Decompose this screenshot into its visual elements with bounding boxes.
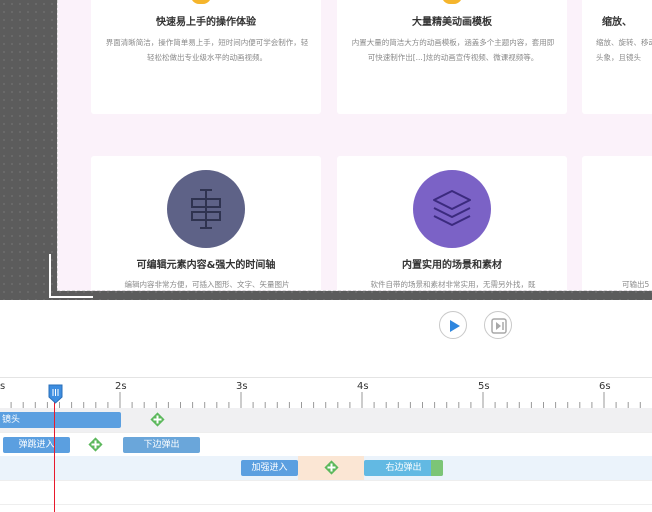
track-empty-2[interactable] <box>0 504 652 512</box>
card-title: 大量精美动画模板 <box>412 17 492 28</box>
canvas-area[interactable]: 快速易上手的操作体验 界面清晰简洁，操作简单易上手，短时间内便可学会制作，轻轻松… <box>0 0 652 300</box>
card-desc: 缩放、旋转、移动头象，且镜头 <box>596 38 652 62</box>
card-desc: 可输出5 <box>622 280 650 289</box>
anim-block-bottom-out[interactable]: 下边弹出 <box>123 437 200 453</box>
feature-card-zoom[interactable]: 缩放、 缩放、旋转、移动头象，且镜头 <box>582 0 652 114</box>
play-button[interactable] <box>439 311 467 339</box>
feature-card-templates[interactable]: 大量精美动画模板 内置大量的简洁大方的动画模板，涵盖多个主题内容，套用即可快速制… <box>337 0 567 114</box>
playhead-handle[interactable] <box>48 384 63 404</box>
ruler-ticks <box>10 392 641 408</box>
block-label: 加强进入 <box>251 463 288 473</box>
anim-block-enhance-in[interactable]: 加强进入 <box>241 460 298 476</box>
timeline-panel[interactable]: s 2s 3s 4s 5s 6s 镜头 弹跳进入 下边弹出 加强进入 右边弹出 <box>0 377 652 512</box>
ruler-label-1s: s <box>0 381 6 392</box>
block-label: 下边弹出 <box>143 440 180 450</box>
feature-card-easy[interactable]: 快速易上手的操作体验 界面清晰简洁，操作简单易上手，短时间内便可学会制作，轻轻松… <box>91 0 321 114</box>
ruler-label-4s: 4s <box>357 381 369 392</box>
card-icon-circle <box>413 170 491 248</box>
ruler-label-3s: 3s <box>236 381 248 392</box>
card-circle-top <box>442 0 462 4</box>
card-title: 内置实用的场景和素材 <box>402 260 502 271</box>
block-label: 镜头 <box>2 415 21 425</box>
track-camera[interactable]: 镜头 <box>0 408 652 432</box>
playhead-line <box>54 388 55 512</box>
signpost-icon <box>191 189 221 229</box>
block-label: 弹跳进入 <box>18 440 55 450</box>
slide-canvas[interactable]: 快速易上手的操作体验 界面清晰简洁，操作简单易上手，短时间内便可学会制作，轻轻松… <box>57 0 652 291</box>
time-ruler[interactable]: s 2s 3s 4s 5s 6s <box>0 378 652 408</box>
card-title: 缩放、 <box>602 17 632 28</box>
card-title: 可编辑元素内容&强大的时间轴 <box>136 260 276 271</box>
add-animation-icon[interactable] <box>88 437 103 452</box>
track-empty-1[interactable] <box>0 480 652 504</box>
track-element-2[interactable]: 加强进入 右边弹出 <box>0 456 652 480</box>
app-root: 快速易上手的操作体验 界面清晰简洁，操作简单易上手，短时间内便可学会制作，轻轻松… <box>0 0 652 512</box>
anim-block-right-out[interactable]: 右边弹出 <box>364 460 443 476</box>
block-end-marker <box>431 460 443 476</box>
feature-card-timeline[interactable]: 可编辑元素内容&强大的时间轴 编辑内容非常方便，可插入图形、文字、矢量图片 <box>91 156 321 290</box>
ruler-label-2s: 2s <box>115 381 127 392</box>
ruler-label-6s: 6s <box>599 381 611 392</box>
next-frame-button[interactable] <box>484 311 512 339</box>
crop-corner-mark <box>49 254 93 298</box>
block-label: 右边弹出 <box>385 463 422 473</box>
layers-icon <box>433 190 471 226</box>
anim-block-bounce-in[interactable]: 弹跳进入 <box>3 437 70 453</box>
card-circle-top <box>191 0 211 4</box>
feature-card-scenes[interactable]: 内置实用的场景和素材 软件自带的场景和素材非常实用，无需另外找，既 <box>337 156 567 290</box>
next-frame-icon <box>491 318 507 334</box>
card-desc: 内置大量的简洁大方的动画模板，涵盖多个主题内容，套用即可快速制作出[...]炫的… <box>351 38 555 62</box>
add-animation-icon[interactable] <box>150 412 165 427</box>
card-title: 快速易上手的操作体验 <box>156 17 256 28</box>
card-desc: 软件自带的场景和素材非常实用，无需另外找，既 <box>370 280 536 289</box>
add-animation-icon[interactable] <box>324 460 339 475</box>
card-desc: 编辑内容非常方便，可插入图形、文字、矢量图片 <box>124 280 290 289</box>
anim-block-camera[interactable]: 镜头 <box>0 412 121 428</box>
card-desc: 界面清晰简洁，操作简单易上手，短时间内便可学会制作，轻轻松松做出专业级水平的动画… <box>105 38 309 62</box>
card-icon-circle <box>167 170 245 248</box>
track-element-1[interactable]: 弹跳进入 下边弹出 <box>0 432 652 456</box>
play-icon <box>450 320 460 332</box>
feature-card-export[interactable]: 可输出5 <box>582 156 652 290</box>
ruler-label-5s: 5s <box>478 381 490 392</box>
